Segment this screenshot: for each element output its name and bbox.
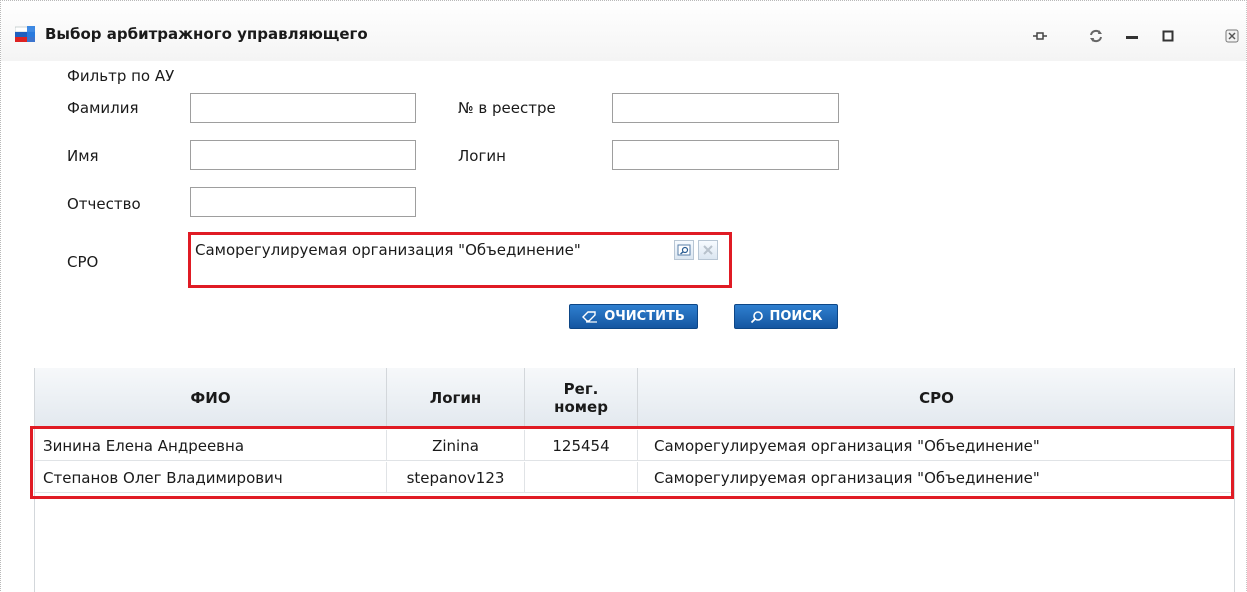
cell-sro: Саморегулируемая организация "Объединени… [654,436,1040,455]
app-flag-icon [15,26,35,42]
clear-button[interactable]: ОЧИСТИТЬ [569,304,698,329]
registry-label: № в реестре [458,99,556,117]
filter-section-title: Фильтр по АУ [67,67,175,85]
sro-clear-button[interactable] [698,240,718,260]
login-input[interactable] [612,140,839,170]
eraser-icon [582,310,598,323]
dialog-window: Выбор арбитражного управляющего Фильтр п… [0,0,1247,592]
column-header-sro[interactable]: СРО [638,368,1235,427]
title-bar: Выбор арбитражного управляющего [1,1,1246,61]
middlename-input[interactable] [190,187,416,217]
cell-sro: Саморегулируемая организация "Объединени… [654,468,1040,487]
lastname-input[interactable] [190,93,416,123]
minimize-icon [1126,36,1138,39]
sro-label: СРО [67,253,99,271]
sro-field[interactable]: Саморегулируемая организация "Объединени… [188,232,732,288]
search-button[interactable]: ПОИСК [734,304,838,329]
sro-lookup-button[interactable] [674,240,694,260]
maximize-icon [1162,30,1174,42]
table-header: ФИО Логин Рег. номер СРО [35,368,1234,427]
results-table: ФИО Логин Рег. номер СРО Зинина Елена Ан… [34,368,1235,592]
clear-button-label: ОЧИСТИТЬ [604,309,685,324]
cell-reg-number: 125454 [525,430,638,461]
clear-field-icon [703,245,713,255]
window-title: Выбор арбитражного управляющего [45,25,368,43]
cell-fio: Зинина Елена Андреевна [35,430,387,461]
column-header-login[interactable]: Логин [387,368,525,427]
pin-icon [1033,32,1047,40]
close-icon [1225,29,1239,43]
refresh-icon [1090,29,1102,43]
sro-value: Саморегулируемая организация "Объединени… [195,241,581,259]
pin-button[interactable] [1031,28,1049,44]
search-button-label: ПОИСК [769,309,823,324]
lastname-label: Фамилия [67,99,139,117]
table-row[interactable]: Степанов Олег Владимирович stepanov123 С… [35,462,1234,493]
cell-reg-number [525,462,638,493]
registry-input[interactable] [612,93,839,123]
table-row[interactable]: Зинина Елена Андреевна Zinina 125454 Сам… [35,430,1234,461]
middlename-label: Отчество [67,195,141,213]
firstname-label: Имя [67,147,99,165]
lookup-icon [677,244,691,256]
login-label: Логин [458,147,506,165]
close-button[interactable] [1223,28,1241,44]
minimize-button[interactable] [1123,28,1141,44]
cell-fio: Степанов Олег Владимирович [35,462,387,493]
maximize-button[interactable] [1159,28,1177,44]
cell-login: Zinina [387,430,525,461]
column-header-reg-number[interactable]: Рег. номер [525,368,638,427]
search-icon [750,310,763,323]
refresh-button[interactable] [1087,28,1105,44]
column-header-fio[interactable]: ФИО [35,368,387,427]
firstname-input[interactable] [190,140,416,170]
cell-login: stepanov123 [387,462,525,493]
